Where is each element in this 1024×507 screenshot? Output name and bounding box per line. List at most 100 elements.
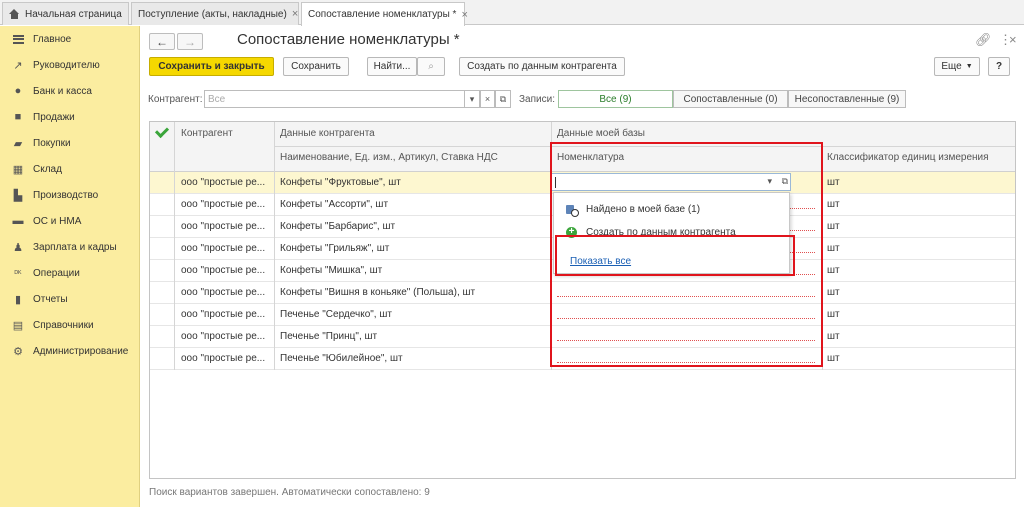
cell-item: Печенье "Юбилейное", шт [280,353,403,364]
cell-item: Печенье "Принц", шт [280,331,378,342]
tab-bar: Начальная страница Поступление (акты, на… [0,0,1024,26]
tab-label: Сопоставление номенклатуры * [308,9,457,20]
contractor-label: Контрагент: [148,94,203,105]
cell-item: Конфеты "Ассорти", шт [280,199,389,210]
close-icon[interactable]: × [461,9,467,21]
sidebar-item-label: Продажи [33,111,75,123]
menu-icon [12,33,24,45]
save-button[interactable]: Сохранить [283,57,349,76]
cell-unit: шт [827,353,840,364]
highlight-frame-show-all [555,235,795,276]
tab-home[interactable]: Начальная страница [2,2,129,25]
find-button[interactable]: Найти... [367,57,417,76]
person-icon: ♟ [13,241,23,254]
close-icon[interactable]: × [292,8,298,20]
chevron-down-icon: ▼ [965,63,973,70]
create-from-contractor-button[interactable]: Создать по данным контрагента [459,57,625,76]
help-button[interactable]: ? [988,57,1010,76]
contractor-filter-input[interactable]: Все [204,90,482,108]
sidebar: Главное ↗ Руководителю ● Банк и касса ■ … [0,26,140,507]
cell-contractor: ооо "простые ре... [181,177,266,188]
sidebar-item-warehouse[interactable]: ▦ Склад [0,156,140,182]
records-label: Записи: [519,94,555,105]
cart-icon: ▰ [13,137,23,150]
col-contractor-data[interactable]: Данные контрагента [280,128,375,139]
cell-contractor: ооо "простые ре... [181,331,266,342]
tab-receipt[interactable]: Поступление (акты, накладные) × [131,2,299,25]
close-icon[interactable]: × [1009,32,1017,47]
cell-unit: шт [827,221,840,232]
cell-unit: шт [827,309,840,320]
sidebar-item-label: Главное [33,33,72,45]
sidebar-item-manager[interactable]: ↗ Руководителю [0,52,140,78]
cell-item: Печенье "Сердечко", шт [280,309,392,320]
chart-icon: ▮ [14,293,22,306]
open-icon[interactable]: ⧉ [495,90,511,108]
forward-button[interactable]: → [177,33,203,50]
clear-search-button[interactable]: ⌕ [417,57,445,76]
sidebar-item-label: Справочники [33,319,94,331]
sidebar-item-label: Зарплата и кадры [33,241,117,253]
cell-unit: шт [827,265,840,276]
sidebar-item-main[interactable]: Главное [0,26,140,52]
cell-item: Конфеты "Грильяж", шт [280,243,390,254]
cell-unit: шт [827,287,840,298]
cell-contractor: ооо "простые ре... [181,221,266,232]
sidebar-item-admin[interactable]: ⚙ Администрирование [0,338,140,364]
cell-unit: шт [827,199,840,210]
filter-unmatched-button[interactable]: Несопоставленные (9) [788,90,906,108]
sidebar-item-production[interactable]: ▙ Производство [0,182,140,208]
more-label: Еще [941,61,962,72]
sidebar-item-label: Руководителю [33,59,100,71]
sidebar-item-label: Склад [33,163,62,175]
trend-icon: ↗ [13,59,23,72]
main-window: ← → Сопоставление номенклатуры * 🔗︎ ⋮ × … [141,26,1024,507]
search-clear-icon: ⌕ [428,61,434,72]
cell-unit: шт [827,331,840,342]
more-button[interactable]: Еще ▼ [934,57,980,76]
cell-contractor: ооо "простые ре... [181,287,266,298]
arrow-left-icon: ← [156,34,168,49]
sidebar-item-operations[interactable]: ᴰᴷ Операции [0,260,140,286]
cell-item: Конфеты "Вишня в коньяке" (Польша), шт [280,287,476,298]
cell-contractor: ооо "простые ре... [181,353,266,364]
page-title: Сопоставление номенклатуры * [237,31,460,48]
sidebar-item-catalogs[interactable]: ▤ Справочники [0,312,140,338]
back-button[interactable]: ← [149,33,175,50]
sidebar-item-purchases[interactable]: ▰ Покупки [0,130,140,156]
bag-icon: ■ [14,111,22,123]
truck-icon: ▬ [12,215,24,227]
sidebar-item-label: Отчеты [33,293,68,305]
sidebar-item-bank[interactable]: ● Банк и касса [0,78,140,104]
cell-contractor: ооо "простые ре... [181,199,266,210]
save-and-close-button[interactable]: Сохранить и закрыть [149,57,274,76]
filter-all-button[interactable]: Все (9) [558,90,673,108]
cell-item: Конфеты "Барбарис", шт [280,221,396,232]
clear-icon[interactable]: × [480,90,495,108]
sidebar-item-reports[interactable]: ▮ Отчеты [0,286,140,312]
sidebar-item-sales[interactable]: ■ Продажи [0,104,140,130]
sidebar-item-label: Операции [33,267,80,279]
cell-item: Конфеты "Мишка", шт [280,265,383,276]
operations-icon: ᴰᴷ [14,268,22,278]
link-icon[interactable]: 🔗︎ [975,32,992,48]
cell-unit: шт [827,243,840,254]
tab-nomenclature-matching[interactable]: Сопоставление номенклатуры * × [301,2,468,26]
sidebar-item-payroll[interactable]: ♟ Зарплата и кадры [0,234,140,260]
check-icon [154,123,170,139]
arrow-right-icon: → [184,34,196,49]
col-contractor-data-sub[interactable]: Наименование, Ед. изм., Артикул, Ставка … [280,152,498,163]
tab-label: Начальная страница [25,8,122,20]
gear-icon: ⚙ [13,345,23,358]
col-my-data[interactable]: Данные моей базы [557,128,645,139]
filter-matched-button[interactable]: Сопоставленные (0) [673,90,788,108]
cell-contractor: ооо "простые ре... [181,265,266,276]
col-contractor[interactable]: Контрагент [181,128,233,139]
coin-icon: ● [14,85,22,97]
cell-contractor: ооо "простые ре... [181,309,266,320]
sidebar-item-label: Банк и касса [33,85,92,97]
chevron-down-icon[interactable]: ▾ [464,90,480,108]
cell-contractor: ооо "простые ре... [181,243,266,254]
sidebar-item-fixed-assets[interactable]: ▬ ОС и НМА [0,208,140,234]
col-unit-classifier[interactable]: Классификатор единиц измерения [827,152,989,163]
